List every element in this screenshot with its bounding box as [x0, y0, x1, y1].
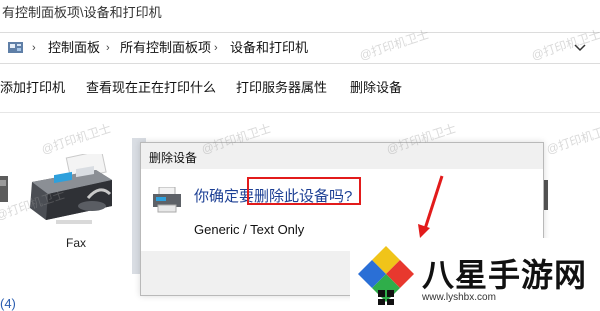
question-prefix: 你确定要: [194, 188, 255, 205]
device-name: Generic / Text Only: [194, 222, 305, 237]
device-count[interactable]: (4): [0, 296, 16, 311]
dialog-title: 删除设备: [149, 151, 198, 165]
breadcrumb-devices-printers[interactable]: 设备和打印机: [230, 33, 308, 63]
divider: [0, 112, 600, 113]
breadcrumb-separator: ›: [106, 42, 110, 54]
logo-mark-icon: [358, 246, 414, 305]
window-title: 有控制面板项\设备和打印机: [2, 5, 162, 20]
breadcrumb-control-panel[interactable]: 控制面板: [48, 33, 100, 63]
breadcrumb-separator: ›: [214, 42, 218, 54]
breadcrumb-all-items[interactable]: 所有控制面板项: [120, 33, 211, 63]
highlight-box: [247, 177, 361, 205]
printer-icon: [151, 186, 183, 213]
watermark: @打印机卫士: [544, 121, 600, 157]
control-panel-icon: [8, 41, 24, 54]
site-logo: 八星手游网 www.lyshbx.com: [350, 238, 600, 311]
red-arrow-icon: [410, 168, 460, 248]
add-printer-button[interactable]: 添加打印机: [0, 68, 65, 108]
fax-label: Fax: [65, 236, 86, 250]
fax-device-icon[interactable]: [26, 149, 116, 228]
address-bar[interactable]: › 控制面板 › 所有控制面板项 › 设备和打印机: [0, 32, 600, 64]
see-whats-printing-button[interactable]: 查看现在正在打印什么: [86, 68, 216, 108]
watermark: @打印机卫士: [39, 121, 113, 157]
breadcrumb-separator: ›: [32, 42, 36, 54]
logo-text: 八星手游网: [422, 257, 588, 293]
remove-device-button[interactable]: 删除设备: [350, 68, 402, 108]
command-bar: 添加打印机 查看现在正在打印什么 打印服务器属性 删除设备: [0, 68, 600, 108]
logo-url: www.lyshbx.com: [422, 292, 496, 303]
print-server-properties-button[interactable]: 打印服务器属性: [236, 68, 327, 108]
